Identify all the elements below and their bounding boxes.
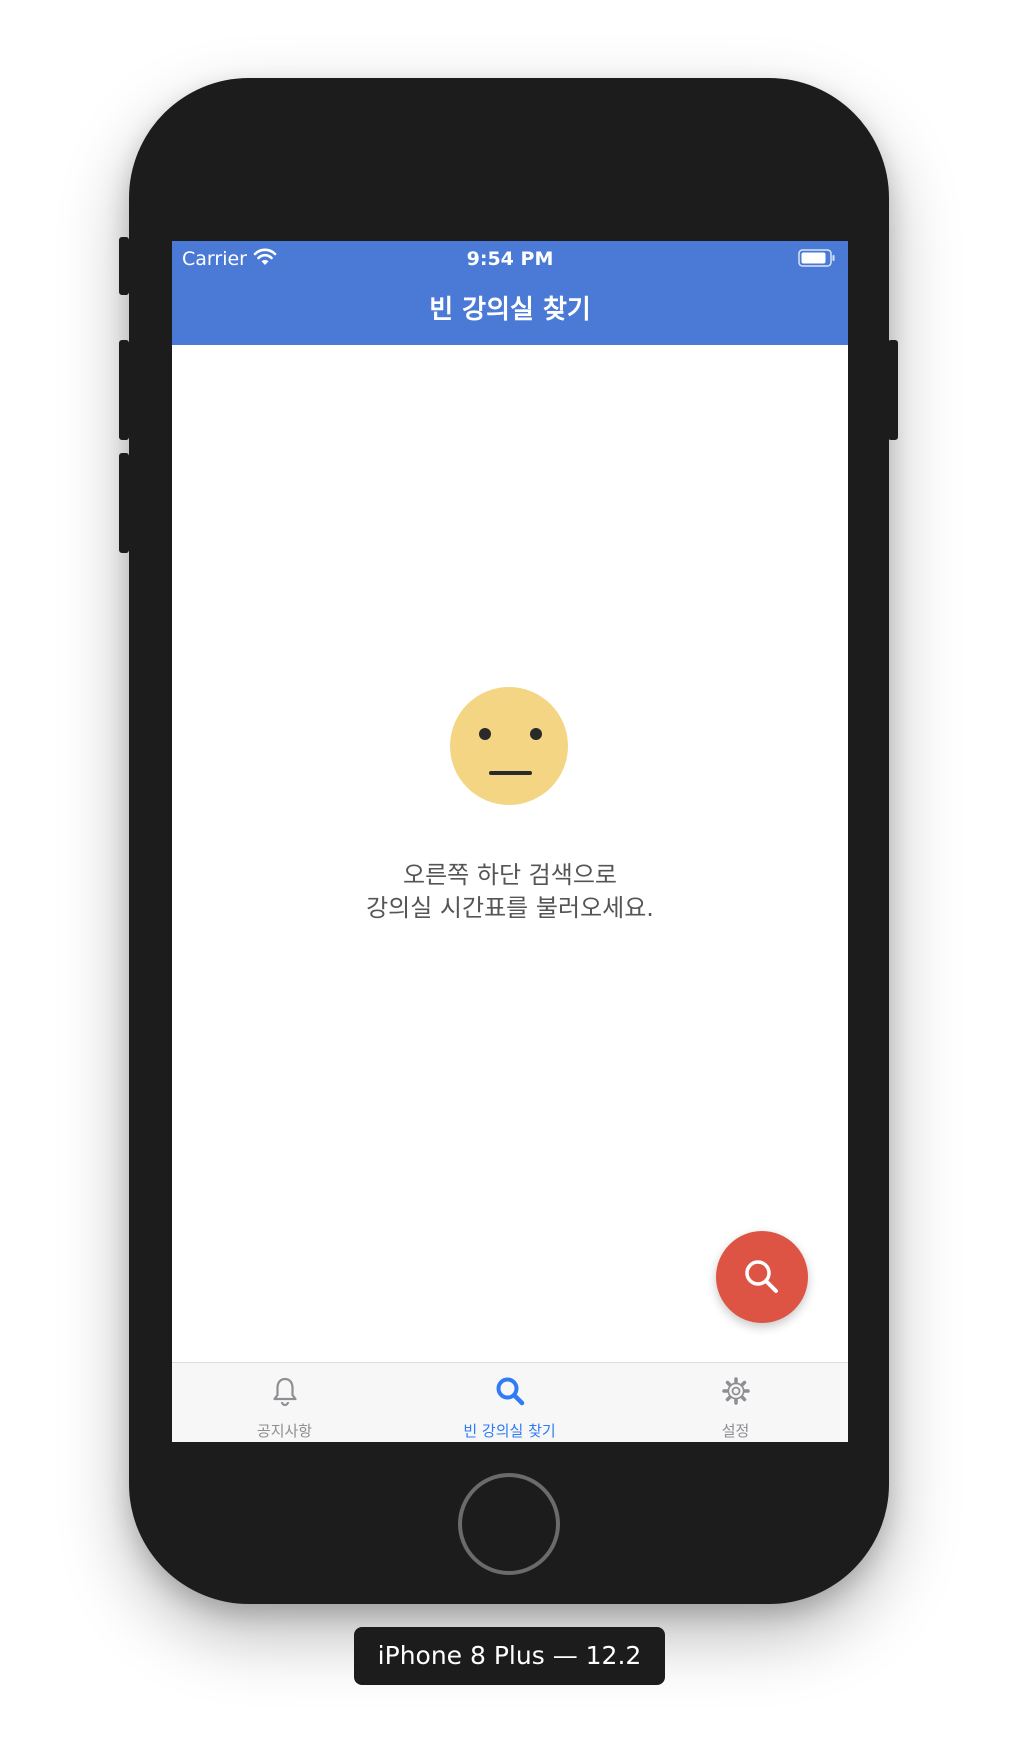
empty-state-line-2: 강의실 시간표를 불러오세요. (366, 894, 654, 922)
search-icon (745, 1260, 778, 1293)
navigation-bar: Carrier 9:54 PM 빈 강의실 찾기 (172, 241, 848, 345)
page-title: 빈 강의실 찾기 (429, 295, 591, 325)
tab-notices[interactable]: 공지사항 (172, 1363, 397, 1442)
search-icon (496, 1377, 525, 1406)
tab-label-find-empty-room: 빈 강의실 찾기 (463, 1422, 556, 1440)
gear-icon (722, 1377, 750, 1405)
tab-bar: 공지사항 빈 강의실 찾기 설정 (172, 1362, 848, 1442)
volume-down-button (119, 453, 129, 553)
device-name-label: iPhone 8 Plus — 12.2 (354, 1627, 665, 1685)
volume-up-button (119, 340, 129, 440)
bell-icon (273, 1377, 297, 1407)
tab-label-settings: 설정 (721, 1422, 750, 1440)
tab-label-notices: 공지사항 (256, 1422, 313, 1440)
power-button (888, 340, 898, 440)
status-time: 9:54 PM (466, 248, 554, 270)
empty-state-line-1: 오른쪽 하단 검색으로 (403, 861, 617, 889)
empty-state-message: 오른쪽 하단 검색으로 강의실 시간표를 불러오세요. (172, 859, 848, 925)
home-button[interactable] (458, 1473, 560, 1575)
tab-find-empty-room[interactable]: 빈 강의실 찾기 (397, 1363, 622, 1442)
status-bar: Carrier 9:54 PM (172, 241, 848, 275)
search-fab-button[interactable] (716, 1231, 808, 1323)
app-screen: Carrier 9:54 PM 빈 강의실 찾기 오른쪽 하단 검색으로 강의실… (172, 241, 848, 1442)
battery-icon (798, 249, 835, 267)
mute-switch (119, 237, 129, 295)
neutral-face-icon (450, 687, 568, 805)
tab-settings[interactable]: 설정 (623, 1363, 848, 1442)
